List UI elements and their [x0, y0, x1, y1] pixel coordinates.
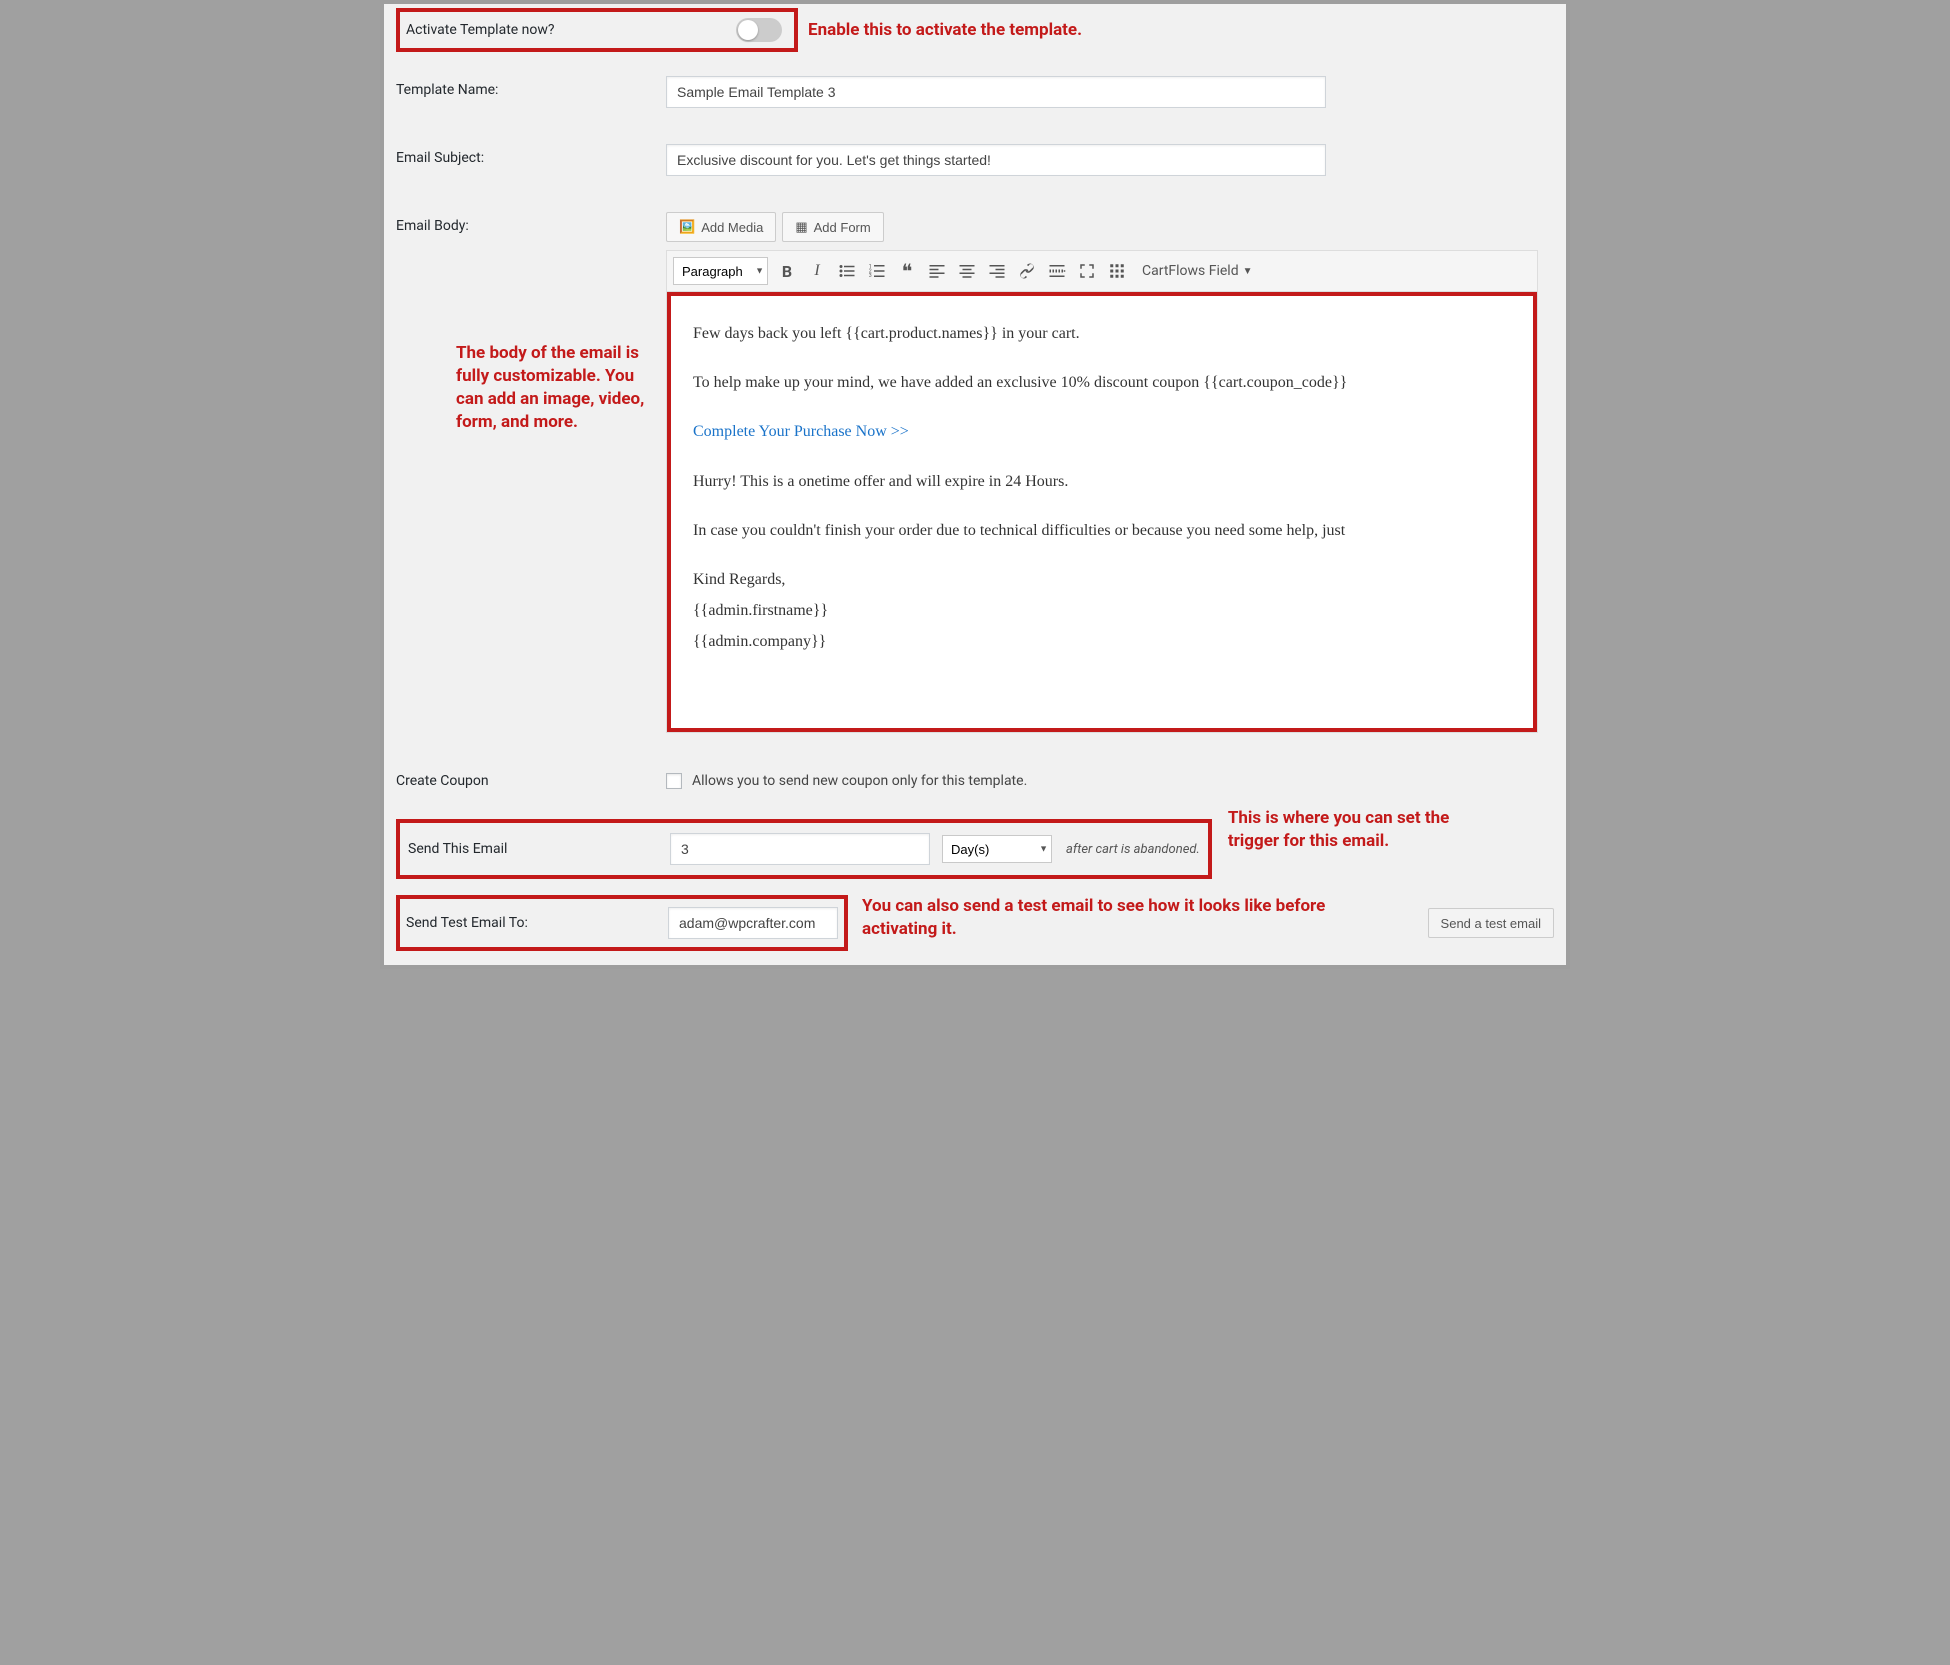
bold-icon[interactable]: B [772, 257, 802, 285]
create-coupon-desc: Allows you to send new coupon only for t… [692, 773, 1027, 789]
send-test-email-button[interactable]: Send a test email [1428, 908, 1554, 938]
activate-toggle[interactable] [736, 18, 782, 42]
send-test-email-input[interactable] [668, 907, 838, 939]
template-name-label: Template Name: [396, 76, 666, 98]
blockquote-icon[interactable]: ❝ [892, 257, 922, 285]
link-icon[interactable] [1012, 257, 1042, 285]
template-name-input[interactable] [666, 76, 1326, 108]
create-coupon-checkbox[interactable] [666, 773, 682, 789]
complete-purchase-link[interactable]: Complete Your Purchase Now >> [693, 423, 909, 440]
email-body-editor[interactable]: Few days back you left {{cart.product.na… [667, 292, 1537, 732]
align-right-icon[interactable] [982, 257, 1012, 285]
send-this-email-annotation: This is where you can set the trigger fo… [1228, 807, 1488, 879]
body-line: To help make up your mind, we have added… [693, 369, 1511, 396]
send-delay-unit-select[interactable]: Day(s) [942, 835, 1052, 863]
after-cart-text: after cart is abandoned. [1066, 842, 1200, 857]
body-sign: Kind Regards, [693, 566, 1511, 593]
chevron-down-icon: ▼ [1243, 266, 1253, 277]
body-sign: {{admin.company}} [693, 628, 1511, 655]
italic-icon[interactable]: I [802, 257, 832, 285]
align-left-icon[interactable] [922, 257, 952, 285]
editor-toolbar: Paragraph B I 123 ❝ [667, 251, 1537, 292]
send-test-email-annotation: You can also send a test email to see ho… [862, 895, 1332, 951]
add-form-button[interactable]: ▦ Add Form [782, 212, 883, 242]
body-sign: {{admin.firstname}} [693, 597, 1511, 624]
send-test-email-label: Send Test Email To: [406, 915, 668, 931]
bullet-list-icon[interactable] [832, 257, 862, 285]
add-media-button[interactable]: 🖼️ Add Media [666, 212, 776, 242]
activate-label: Activate Template now? [406, 22, 656, 38]
body-line: Few days back you left {{cart.product.na… [693, 320, 1511, 347]
form-icon: ▦ [795, 219, 807, 235]
read-more-icon[interactable] [1042, 257, 1072, 285]
send-delay-input[interactable] [670, 833, 930, 865]
toolbar-toggle-icon[interactable] [1102, 257, 1132, 285]
numbered-list-icon[interactable]: 123 [862, 257, 892, 285]
fullscreen-icon[interactable] [1072, 257, 1102, 285]
send-this-email-label: Send This Email [408, 841, 670, 857]
activate-annotation: Enable this to activate the template. [808, 19, 1082, 42]
body-line: In case you couldn't finish your order d… [693, 517, 1511, 544]
create-coupon-label: Create Coupon [396, 773, 666, 789]
email-body-label: Email Body: [396, 212, 666, 234]
body-line: Hurry! This is a onetime offer and will … [693, 468, 1511, 495]
format-select[interactable]: Paragraph [673, 257, 768, 285]
media-icon: 🖼️ [679, 219, 695, 235]
email-subject-label: Email Subject: [396, 144, 666, 166]
svg-text:3: 3 [869, 273, 872, 279]
email-subject-input[interactable] [666, 144, 1326, 176]
cartflows-field-dropdown[interactable]: CartFlows Field▼ [1142, 263, 1253, 279]
align-center-icon[interactable] [952, 257, 982, 285]
email-body-annotation: The body of the email is fully customiza… [456, 342, 656, 434]
